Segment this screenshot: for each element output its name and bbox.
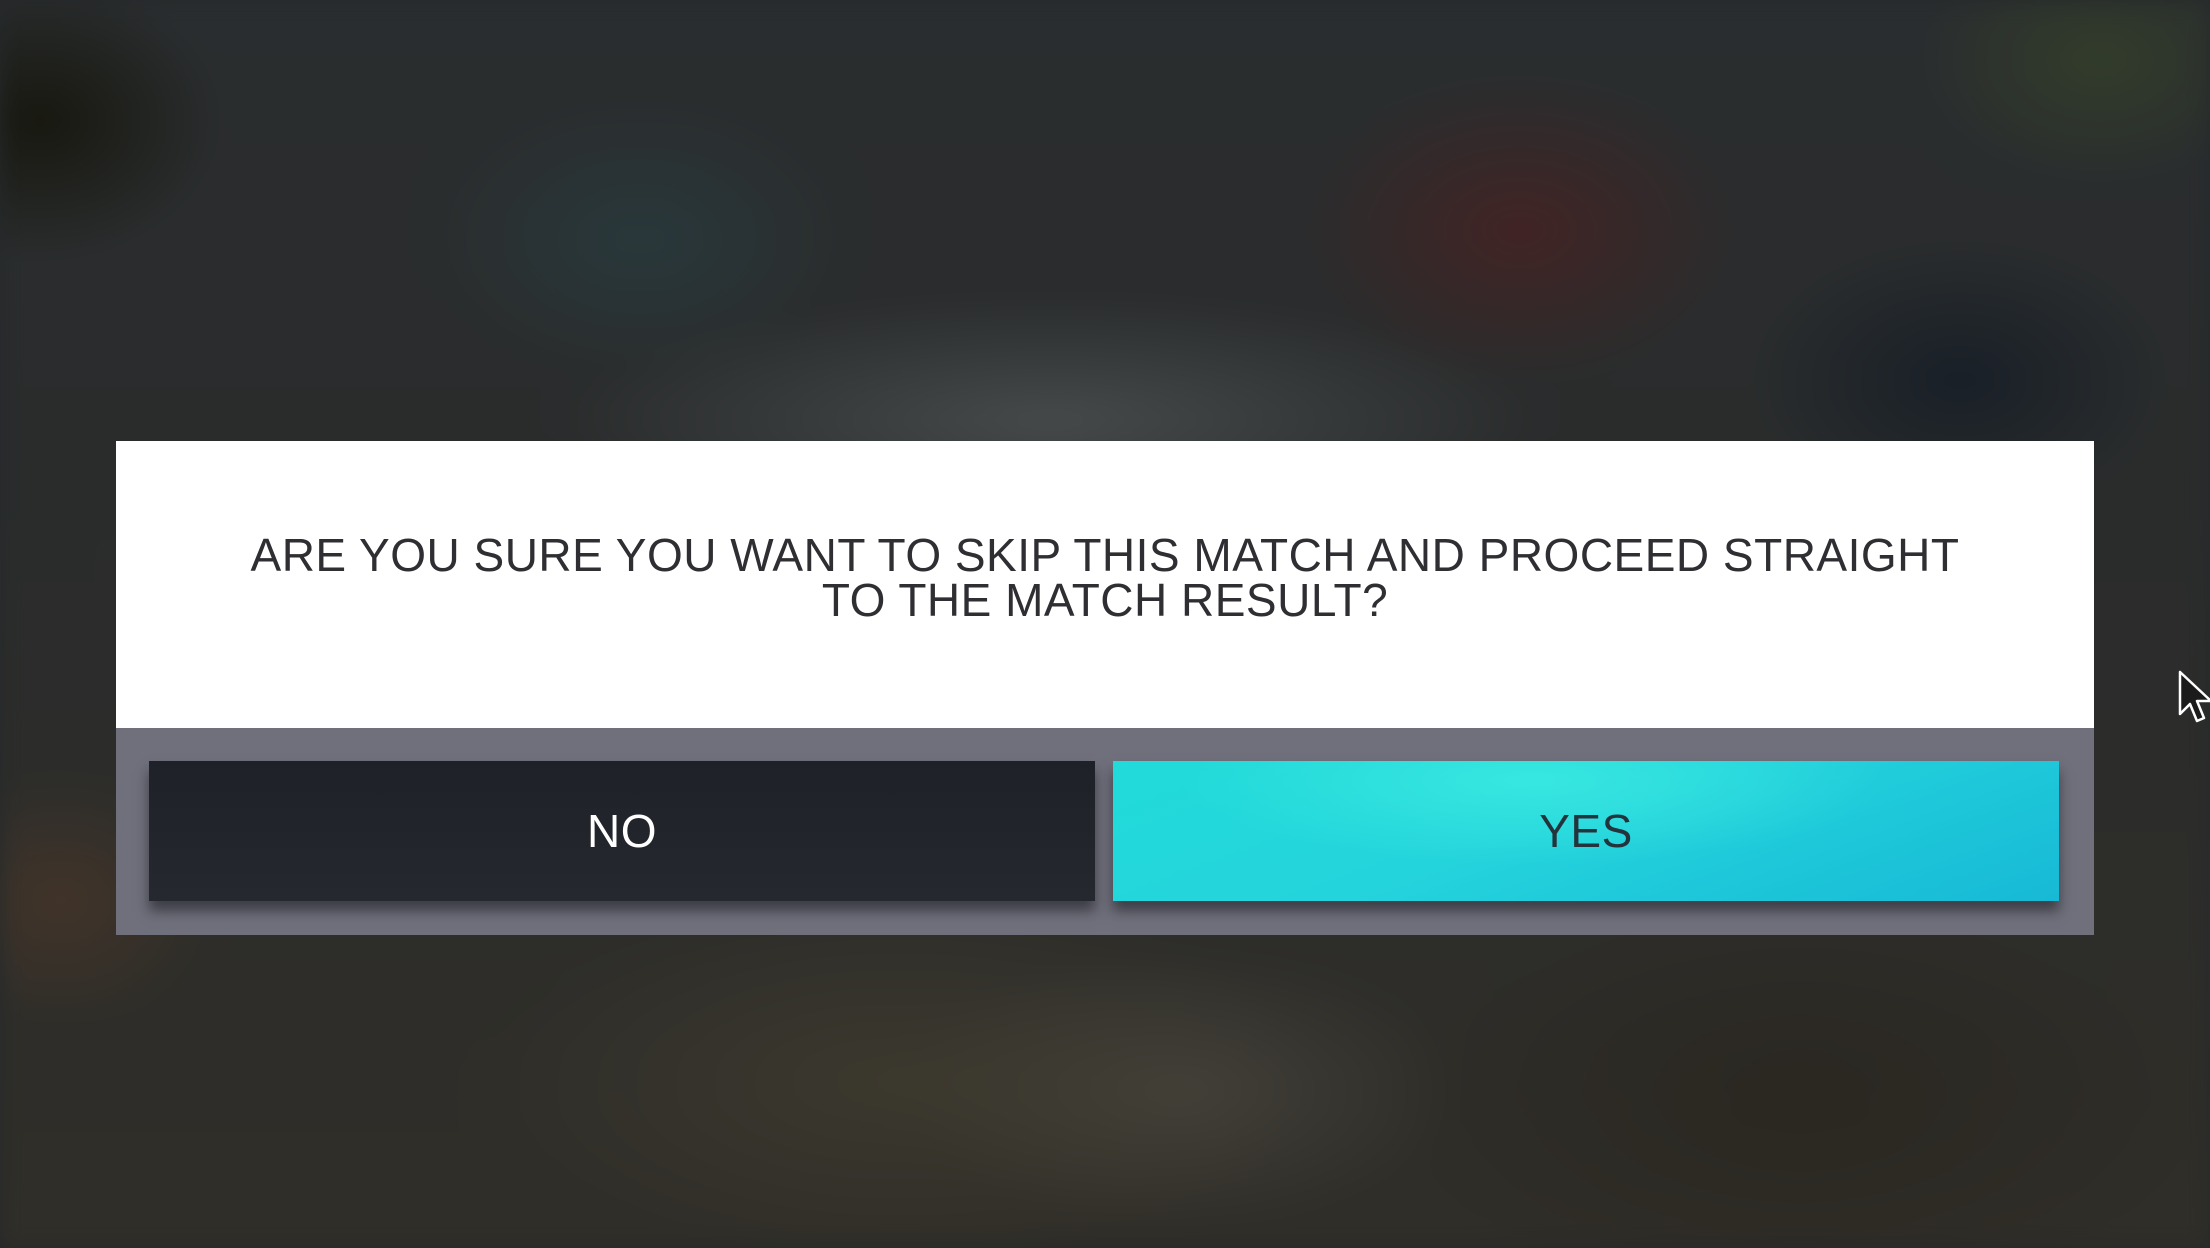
dialog-message-panel: ARE YOU SURE YOU WANT TO SKIP THIS MATCH…: [116, 441, 2094, 728]
game-screen: ARE YOU SURE YOU WANT TO SKIP THIS MATCH…: [0, 0, 2210, 1248]
mouse-pointer-icon: [2178, 670, 2210, 723]
dialog-message: ARE YOU SURE YOU WANT TO SKIP THIS MATCH…: [250, 528, 1960, 626]
no-button[interactable]: NO: [149, 761, 1095, 901]
skip-match-dialog: ARE YOU SURE YOU WANT TO SKIP THIS MATCH…: [116, 441, 2094, 935]
yes-button[interactable]: YES: [1113, 761, 2059, 901]
